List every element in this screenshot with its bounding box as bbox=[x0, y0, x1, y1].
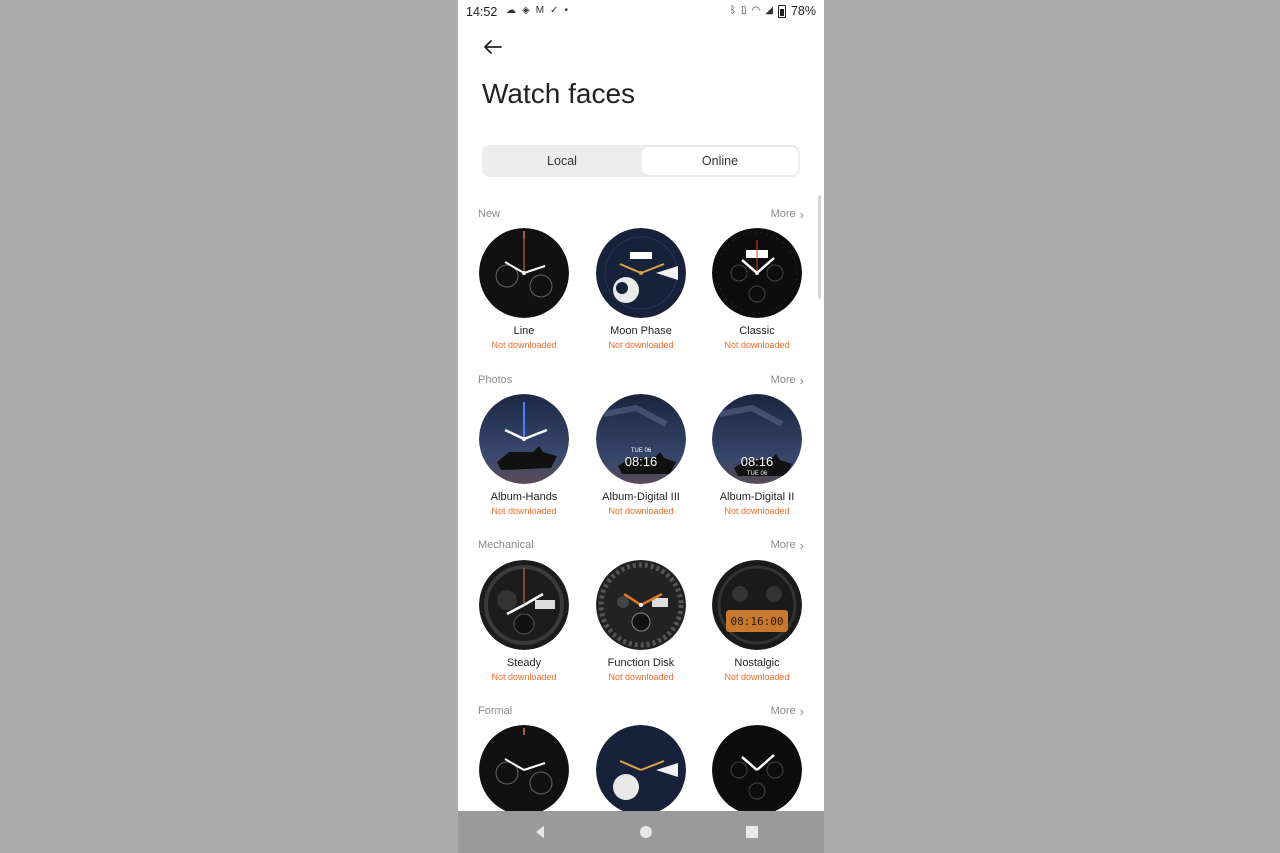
watch-face-preview bbox=[479, 394, 569, 484]
tab-online[interactable]: Online bbox=[642, 147, 798, 175]
source-tabs: Local Online bbox=[482, 145, 800, 177]
watch-face-card[interactable]: Function Disk Not downloaded bbox=[595, 560, 687, 682]
gmail-icon: M bbox=[535, 5, 545, 16]
section-label-new: New bbox=[478, 208, 501, 220]
watch-face-card[interactable] bbox=[478, 725, 570, 815]
section-label-formal: Formal bbox=[478, 705, 513, 717]
watch-face-card[interactable] bbox=[595, 725, 687, 815]
watch-face-preview bbox=[479, 560, 569, 650]
watch-face-name: Function Disk bbox=[607, 657, 675, 669]
watch-face-preview: 08:16:00 bbox=[712, 560, 802, 650]
app-icon: ◈ bbox=[522, 5, 530, 16]
nav-back-icon bbox=[536, 826, 544, 838]
chevron-right-icon: › bbox=[799, 206, 804, 222]
watch-face-card[interactable]: Line Not downloaded bbox=[478, 228, 570, 350]
more-label: More bbox=[770, 539, 796, 551]
time-readout: 08:16 bbox=[741, 454, 774, 469]
download-status: Not downloaded bbox=[724, 340, 790, 350]
watch-face-preview: 08:16 TUE 06 bbox=[712, 394, 802, 484]
wifi-icon: ◠ bbox=[751, 5, 761, 16]
watch-face-preview bbox=[712, 228, 802, 318]
watch-face-name: Steady bbox=[506, 657, 542, 669]
download-status: Not downloaded bbox=[608, 672, 674, 682]
watch-face-card[interactable]: TUE 06 08:16 Album-Digital III Not downl… bbox=[595, 394, 687, 516]
status-time: 14:52 bbox=[466, 5, 498, 19]
notification-icons: ☁ ◈ M ✓ • bbox=[506, 4, 568, 18]
nav-home-icon bbox=[640, 826, 652, 838]
battery-percent: 78% bbox=[790, 4, 816, 18]
nav-recents-button[interactable] bbox=[722, 811, 782, 853]
watch-face-name: Classic bbox=[739, 325, 775, 337]
watch-face-card[interactable]: 08:16 TUE 06 Album-Digital II Not downlo… bbox=[711, 394, 803, 516]
more-link-photos[interactable]: More › bbox=[770, 372, 804, 388]
section-label-photos: Photos bbox=[478, 374, 513, 386]
more-link-mechanical[interactable]: More › bbox=[770, 537, 804, 553]
watch-face-card[interactable]: 08:16:00 Nostalgic Not downloaded bbox=[711, 560, 803, 682]
battery-icon bbox=[777, 4, 786, 18]
time-readout: 08:16 bbox=[625, 454, 658, 469]
tab-local[interactable]: Local bbox=[484, 147, 640, 175]
watch-face-preview bbox=[596, 725, 686, 815]
watch-face-name: Nostalgic bbox=[734, 657, 780, 669]
more-link-new[interactable]: More › bbox=[770, 206, 804, 222]
dot-icon: • bbox=[564, 5, 568, 16]
watch-face-name: Album-Digital II bbox=[719, 491, 795, 503]
download-status: Not downloaded bbox=[491, 506, 557, 516]
watch-face-card[interactable]: Moon Phase Not downloaded bbox=[595, 228, 687, 350]
check-icon: ✓ bbox=[550, 5, 559, 16]
watch-face-name: Line bbox=[513, 325, 535, 337]
back-arrow-icon bbox=[484, 40, 502, 54]
more-link-formal[interactable]: More › bbox=[770, 703, 804, 719]
scrollbar[interactable] bbox=[818, 195, 821, 299]
nav-home-button[interactable] bbox=[616, 811, 676, 853]
download-status: Not downloaded bbox=[608, 506, 674, 516]
chevron-right-icon: › bbox=[799, 372, 804, 388]
signal-icon: ◢ bbox=[765, 5, 773, 16]
section-label-mechanical: Mechanical bbox=[478, 539, 534, 551]
download-status: Not downloaded bbox=[491, 672, 557, 682]
watch-face-card[interactable] bbox=[711, 725, 803, 815]
vibrate-icon: ▯ bbox=[741, 5, 747, 16]
watch-face-card[interactable]: Steady Not downloaded bbox=[478, 560, 570, 682]
watch-face-name: Album-Digital III bbox=[602, 491, 680, 503]
back-button[interactable] bbox=[480, 34, 506, 60]
cloud-icon: ☁ bbox=[506, 5, 516, 16]
nav-recents-icon bbox=[746, 826, 758, 838]
time-readout: 08:16:00 bbox=[731, 615, 784, 628]
watch-face-name: Album-Hands bbox=[490, 491, 558, 503]
watch-face-preview bbox=[596, 560, 686, 650]
download-status: Not downloaded bbox=[724, 672, 790, 682]
more-label: More bbox=[770, 374, 796, 386]
watch-face-preview bbox=[479, 725, 569, 815]
more-label: More bbox=[770, 208, 796, 220]
download-status: Not downloaded bbox=[491, 340, 557, 350]
date-readout: TUE 06 bbox=[747, 471, 768, 477]
chevron-right-icon: › bbox=[799, 537, 804, 553]
bluetooth-icon: ᛒ bbox=[730, 5, 737, 16]
download-status: Not downloaded bbox=[608, 340, 674, 350]
watch-face-preview bbox=[479, 228, 569, 318]
page-title: Watch faces bbox=[482, 78, 636, 109]
watch-face-card[interactable]: Album-Hands Not downloaded bbox=[478, 394, 570, 516]
system-nav-bar bbox=[458, 811, 824, 853]
watch-face-card[interactable]: Classic Not downloaded bbox=[711, 228, 803, 350]
nav-back-button[interactable] bbox=[510, 811, 570, 853]
system-icons: ᛒ ▯ ◠ ◢ 78% bbox=[730, 4, 816, 18]
status-bar: 14:52 ☁ ◈ M ✓ • ᛒ ▯ ◠ ◢ 78% bbox=[458, 0, 824, 24]
download-status: Not downloaded bbox=[724, 506, 790, 516]
phone-screen: 14:52 ☁ ◈ M ✓ • ᛒ ▯ ◠ ◢ 78% Watch faces … bbox=[458, 0, 824, 853]
watch-face-preview bbox=[712, 725, 802, 815]
watch-face-preview bbox=[596, 228, 686, 318]
more-label: More bbox=[770, 705, 796, 717]
chevron-right-icon: › bbox=[799, 703, 804, 719]
watch-face-preview: TUE 06 08:16 bbox=[596, 394, 686, 484]
watch-face-name: Moon Phase bbox=[610, 325, 672, 337]
